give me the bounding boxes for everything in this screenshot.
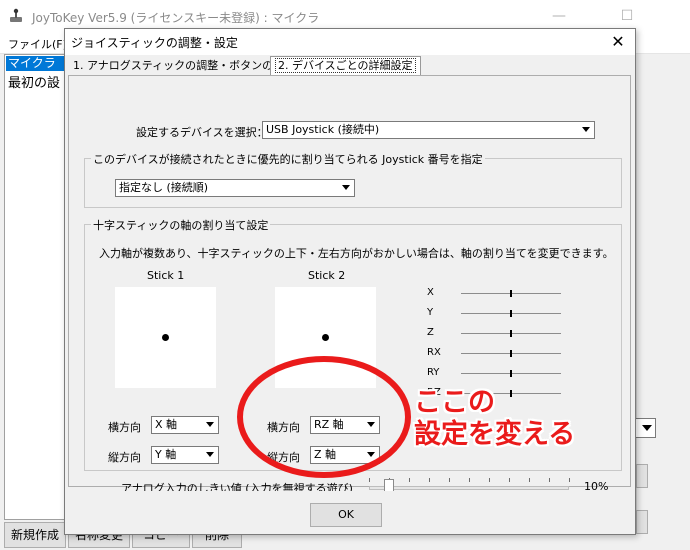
threshold-tick <box>509 478 510 482</box>
stick2-title: Stick 2 <box>308 269 346 282</box>
axis-group-title: 十字スティックの軸の割り当て設定 <box>91 217 271 233</box>
device-select-label: 設定するデバイスを選択： <box>136 126 268 139</box>
threshold-tick <box>549 478 550 482</box>
chevron-down-icon[interactable] <box>203 447 218 463</box>
chevron-down-icon[interactable] <box>203 417 218 433</box>
dialog-title-bar: ジョイスティックの調整・設定 ✕ <box>65 29 635 55</box>
stick1-vertical-label: 縦方向 <box>108 451 141 464</box>
annotation-line1: ここの <box>414 387 495 418</box>
joytokey-app-icon <box>10 8 22 22</box>
stick1-horizontal-select[interactable]: X 軸 <box>151 416 219 434</box>
axis-label-x: X <box>427 287 434 298</box>
stick1-horizontal-label: 横方向 <box>108 421 141 434</box>
axis-group-description: 入力軸が複数あり、十字スティックの上下・左右方向がおかしい場合は、軸の割り当てを… <box>99 247 614 260</box>
threshold-tick <box>489 478 490 482</box>
ok-button[interactable]: OK <box>310 503 382 527</box>
threshold-tick <box>569 478 570 482</box>
new-config-button[interactable]: 新規作成 <box>4 522 66 548</box>
stick1-title: Stick 1 <box>147 269 185 282</box>
priority-group-title: このデバイスが接続されたときに優先的に割り当てられる Joystick 番号を指… <box>91 151 485 167</box>
config-list-item[interactable]: 最初の設 <box>8 72 60 91</box>
annotation-circle <box>237 356 411 478</box>
stick1-vertical-value: Y 軸 <box>155 448 177 461</box>
main-right-panel <box>636 90 686 520</box>
priority-group: このデバイスが接続されたときに優先的に割り当てられる Joystick 番号を指… <box>84 151 622 208</box>
menu-file[interactable]: ファイル(F) <box>8 36 67 52</box>
device-select[interactable]: USB Joystick (接続中) <box>262 121 595 139</box>
stick2-position-dot <box>322 334 329 341</box>
chevron-down-icon[interactable] <box>339 180 354 196</box>
threshold-tick <box>449 478 450 482</box>
annotation-line2: 設定を変える <box>414 419 576 450</box>
axis-level-z <box>510 330 512 337</box>
tab-analog-calibration[interactable]: 1. アナログスティックの調整・ボタンの確認 <box>69 57 299 75</box>
threshold-tick <box>469 478 470 482</box>
threshold-track[interactable] <box>369 486 569 490</box>
config-list-item-selected[interactable]: マイクラ <box>6 56 64 71</box>
dialog-button-bar: OK <box>65 491 635 534</box>
axis-level-rz <box>510 390 512 397</box>
axis-level-ry <box>510 370 512 377</box>
axis-label-y: Y <box>427 307 434 318</box>
axis-level-x <box>510 290 512 297</box>
close-icon[interactable]: ✕ <box>607 31 629 53</box>
chevron-down-icon[interactable] <box>579 122 594 138</box>
threshold-tick <box>529 478 530 482</box>
stick1-position-display <box>115 287 216 388</box>
main-window-title: JoyToKey Ver5.9 (ライセンスキー未登録) : マイクラ <box>32 11 320 25</box>
axis-label-ry: RY <box>427 367 440 378</box>
threshold-tick <box>429 478 430 482</box>
config-list[interactable]: マイクラ 最初の設 <box>4 54 66 520</box>
axis-label-rx: RX <box>427 347 441 358</box>
main-right-button[interactable] <box>636 510 648 534</box>
device-select-value: USB Joystick (接続中) <box>266 123 380 136</box>
axis-label-z: Z <box>427 327 434 338</box>
axis-level-y <box>510 310 512 317</box>
axis-level-rx <box>510 350 512 357</box>
tab-device-settings-label: 2. デバイスごとの詳細設定 <box>275 58 416 73</box>
stick1-horizontal-value: X 軸 <box>155 418 178 431</box>
main-right-button[interactable] <box>636 464 648 488</box>
joystick-number-select[interactable]: 指定なし (接続順) <box>115 179 355 197</box>
dialog-title: ジョイスティックの調整・設定 <box>71 36 238 50</box>
stick1-vertical-select[interactable]: Y 軸 <box>151 446 219 464</box>
stick1-position-dot <box>162 334 169 341</box>
tab-device-settings[interactable]: 2. デバイスごとの詳細設定 <box>270 56 421 76</box>
joystick-number-value: 指定なし (接続順) <box>119 181 209 194</box>
